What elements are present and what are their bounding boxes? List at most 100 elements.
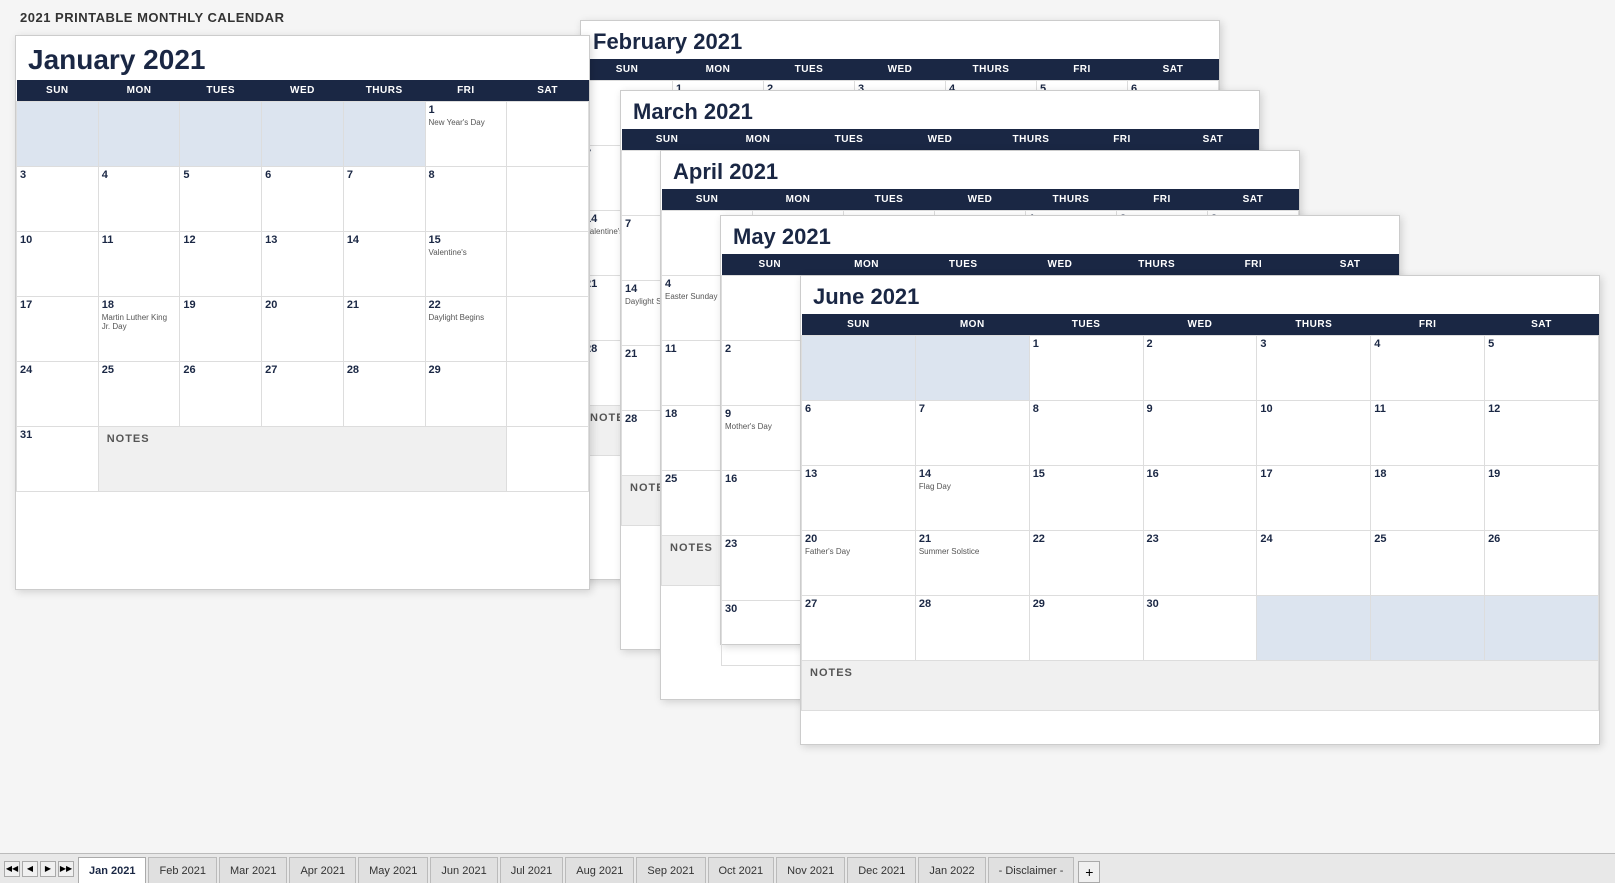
day-cell: 25	[1371, 531, 1485, 596]
tab-nav-next[interactable]: ▶	[40, 861, 56, 877]
day-cell	[1371, 596, 1485, 661]
col-tues: TUES	[915, 254, 1012, 276]
notes-cell: NOTES	[802, 661, 1599, 711]
may-title: May 2021	[721, 216, 1399, 254]
col-thurs: THURS	[1026, 189, 1117, 211]
day-cell: 6	[802, 401, 916, 466]
day-cell: 27	[262, 362, 344, 427]
notes-label-cell: NOTES	[98, 427, 507, 492]
sheet-tab-area: Jan 2021 Feb 2021 Mar 2021 Apr 2021 May …	[78, 854, 1615, 883]
tab-jul-2021[interactable]: Jul 2021	[500, 857, 564, 883]
day-cell: 22Daylight Begins	[425, 297, 507, 362]
day-cell	[1257, 596, 1371, 661]
day-cell: 31	[17, 427, 99, 492]
day-cell: 8	[1029, 401, 1143, 466]
col-sat: SAT	[1168, 129, 1259, 151]
day-cell: 2	[1143, 336, 1257, 401]
tab-sep-2021[interactable]: Sep 2021	[636, 857, 705, 883]
col-mon: MON	[673, 59, 764, 81]
day-cell	[802, 336, 916, 401]
day-cell: 26	[180, 362, 262, 427]
day-cell: 4	[98, 167, 180, 232]
day-cell	[17, 102, 99, 167]
col-thurs: THURS	[986, 129, 1077, 151]
col-thurs: THURS	[1257, 314, 1371, 336]
june-calendar: June 2021 SUN MON TUES WED THURS FRI SAT…	[800, 275, 1600, 745]
tab-apr-2021[interactable]: Apr 2021	[289, 857, 356, 883]
jan-grid: SUN MON TUES WED THURS FRI SAT 1New Year…	[16, 80, 589, 492]
col-tues: TUES	[180, 80, 262, 102]
day-cell: 14	[343, 232, 425, 297]
tab-jan-2022[interactable]: Jan 2022	[918, 857, 985, 883]
day-cell: 3	[17, 167, 99, 232]
page-title: 2021 PRINTABLE MONTHLY CALENDAR	[20, 10, 284, 25]
table-row: 27 28 29 30	[802, 596, 1599, 661]
day-cell: 17	[1257, 466, 1371, 531]
jan-title: January 2021	[16, 36, 589, 80]
day-cell: 1	[1029, 336, 1143, 401]
col-tues: TUES	[1029, 314, 1143, 336]
col-sat: SAT	[1128, 59, 1219, 81]
col-sat: SAT	[1302, 254, 1399, 276]
tab-disclaimer[interactable]: - Disclaimer -	[988, 857, 1075, 883]
table-row: 1 2 3 4 5	[802, 336, 1599, 401]
tab-jan-2021[interactable]: Jan 2021	[78, 857, 146, 883]
day-cell: 29	[1029, 596, 1143, 661]
day-cell: 25	[98, 362, 180, 427]
day-cell: 17	[17, 297, 99, 362]
day-cell: 18Martin Luther King Jr. Day	[98, 297, 180, 362]
feb-title: February 2021	[581, 21, 1219, 59]
day-cell	[1485, 596, 1599, 661]
day-cell: 10	[17, 232, 99, 297]
day-cell: 18	[1371, 466, 1485, 531]
col-sun: SUN	[722, 254, 819, 276]
day-cell: 24	[1257, 531, 1371, 596]
main-area: 2021 PRINTABLE MONTHLY CALENDAR February…	[0, 0, 1615, 853]
table-row: 10 11 12 13 14 15Valentine's	[17, 232, 589, 297]
col-fri: FRI	[1117, 189, 1208, 211]
col-fri: FRI	[425, 80, 507, 102]
day-cell: 23	[1143, 531, 1257, 596]
day-cell: 19	[180, 297, 262, 362]
day-cell	[343, 102, 425, 167]
tab-aug-2021[interactable]: Aug 2021	[565, 857, 634, 883]
tab-jun-2021[interactable]: Jun 2021	[430, 857, 497, 883]
tab-add-button[interactable]: +	[1078, 861, 1100, 883]
day-cell: 19	[1485, 466, 1599, 531]
day-cell: 21Summer Solstice	[915, 531, 1029, 596]
jun-title: June 2021	[801, 276, 1599, 314]
col-sun: SUN	[622, 129, 713, 151]
col-tues: TUES	[804, 129, 895, 151]
day-cell: 21	[343, 297, 425, 362]
day-cell: 7	[915, 401, 1029, 466]
notes-row: NOTES	[802, 661, 1599, 711]
tab-feb-2021[interactable]: Feb 2021	[148, 857, 216, 883]
col-wed: WED	[935, 189, 1026, 211]
tab-oct-2021[interactable]: Oct 2021	[708, 857, 775, 883]
day-cell: 26	[1485, 531, 1599, 596]
tab-may-2021[interactable]: May 2021	[358, 857, 428, 883]
col-thurs: THURS	[1108, 254, 1205, 276]
tab-nov-2021[interactable]: Nov 2021	[776, 857, 845, 883]
col-mon: MON	[753, 189, 844, 211]
col-mon: MON	[915, 314, 1029, 336]
tab-dec-2021[interactable]: Dec 2021	[847, 857, 916, 883]
tab-nav-prev[interactable]: ◀	[22, 861, 38, 877]
col-fri: FRI	[1077, 129, 1168, 151]
day-cell: 11	[98, 232, 180, 297]
day-cell: 20	[262, 297, 344, 362]
day-cell: 3	[1257, 336, 1371, 401]
day-cell: 6	[262, 167, 344, 232]
apr-title: April 2021	[661, 151, 1299, 189]
tab-mar-2021[interactable]: Mar 2021	[219, 857, 287, 883]
day-cell: 29	[425, 362, 507, 427]
tab-nav-last[interactable]: ▶▶	[58, 861, 74, 877]
day-cell: 9	[1143, 401, 1257, 466]
tab-nav-first[interactable]: ◀◀	[4, 861, 20, 877]
col-wed: WED	[895, 129, 986, 151]
col-sun: SUN	[582, 59, 673, 81]
col-wed: WED	[1012, 254, 1109, 276]
day-cell: 28	[915, 596, 1029, 661]
col-mon: MON	[818, 254, 915, 276]
col-sat: SAT	[507, 80, 589, 102]
